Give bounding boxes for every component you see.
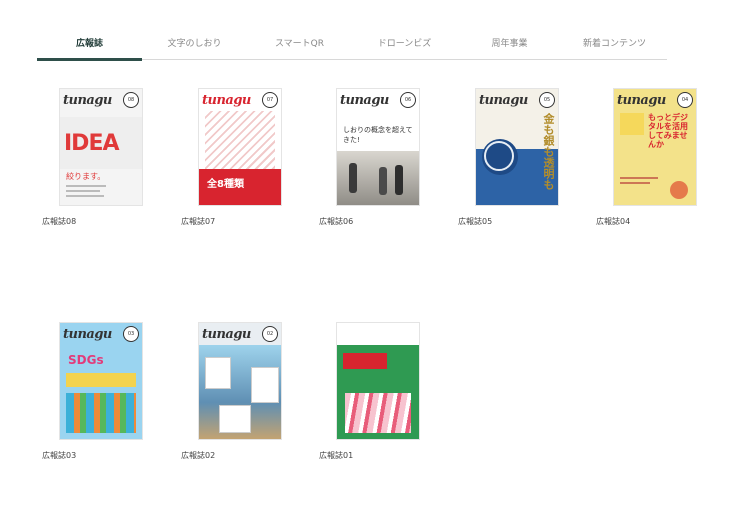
magazine-cover[interactable]: tunagu 02 xyxy=(198,322,282,440)
cover-art xyxy=(620,113,644,135)
cover-art xyxy=(205,111,275,171)
magazine-label[interactable]: 広報誌02 xyxy=(181,450,215,461)
cover-headline: 金も銀も透明も xyxy=(542,113,555,190)
magazine-label[interactable]: 広報誌08 xyxy=(42,216,76,227)
magazine-cover[interactable]: tunagu 06 しおりの概念を超えてきた! xyxy=(336,88,420,206)
cover-issue-number: 06 xyxy=(400,92,416,108)
magazine-label[interactable]: 広報誌06 xyxy=(319,216,353,227)
cover-art xyxy=(66,373,136,387)
magazine-cover[interactable]: tunagu 08 IDEA 絞ります。 xyxy=(59,88,143,206)
cover-logo: tunagu xyxy=(479,93,528,108)
cover-issue-number: 04 xyxy=(677,92,693,108)
cover-issue-number: 07 xyxy=(262,92,278,108)
magazine-cover[interactable]: tunagu 03 SDGs xyxy=(59,322,143,440)
magazine-cover[interactable]: tunagu 01 xyxy=(336,322,420,440)
magazine-cover[interactable]: tunagu 04 もっとデジタルを活用してみませんか xyxy=(613,88,697,206)
tab-drone-biz[interactable]: ドローンビズ xyxy=(352,33,457,59)
cover-issue-number: 03 xyxy=(123,326,139,342)
cover-logo: tunagu xyxy=(63,327,112,342)
cover-issue-number: 02 xyxy=(262,326,278,342)
cover-logo: tunagu xyxy=(202,93,251,108)
cover-issue-number: 08 xyxy=(123,92,139,108)
tab-kohoshi[interactable]: 広報誌 xyxy=(37,33,142,61)
cover-logo: tunagu xyxy=(63,93,112,108)
cover-headline: SDGs xyxy=(68,353,104,367)
tab-moji-no-shiori[interactable]: 文字のしおり xyxy=(142,33,247,59)
tab-smart-qr[interactable]: スマートQR xyxy=(247,33,352,59)
magazine-label[interactable]: 広報誌04 xyxy=(596,216,630,227)
cover-headline: しおりの概念を超えてきた! xyxy=(343,126,413,144)
cover-logo: tunagu xyxy=(202,327,251,342)
magazine-cover[interactable]: tunagu 07 全8種類 xyxy=(198,88,282,206)
cover-logo: tunagu xyxy=(617,93,666,108)
magazine-label[interactable]: 広報誌01 xyxy=(319,450,353,461)
cover-headline: IDEA xyxy=(64,131,120,156)
magazine-label[interactable]: 広報誌03 xyxy=(42,450,76,461)
cover-headline: もっとデジタルを活用してみませんか xyxy=(648,113,688,149)
magazine-cover[interactable]: tunagu 05 金も銀も透明も xyxy=(475,88,559,206)
cover-headline: 全8種類 xyxy=(207,179,244,190)
cover-issue-number: 05 xyxy=(539,92,555,108)
cover-subheadline: 絞ります。 xyxy=(66,172,106,181)
tab-new-content[interactable]: 新着コンテンツ xyxy=(562,33,667,59)
cover-art xyxy=(343,353,387,369)
cover-logo: tunagu xyxy=(340,93,389,108)
magazine-label[interactable]: 広報誌07 xyxy=(181,216,215,227)
tab-anniversary[interactable]: 周年事業 xyxy=(457,33,562,59)
content-tabs: 広報誌 文字のしおり スマートQR ドローンビズ 周年事業 新着コンテンツ xyxy=(37,33,667,61)
cover-text-lines xyxy=(66,185,106,187)
magazine-label[interactable]: 広報誌05 xyxy=(458,216,492,227)
